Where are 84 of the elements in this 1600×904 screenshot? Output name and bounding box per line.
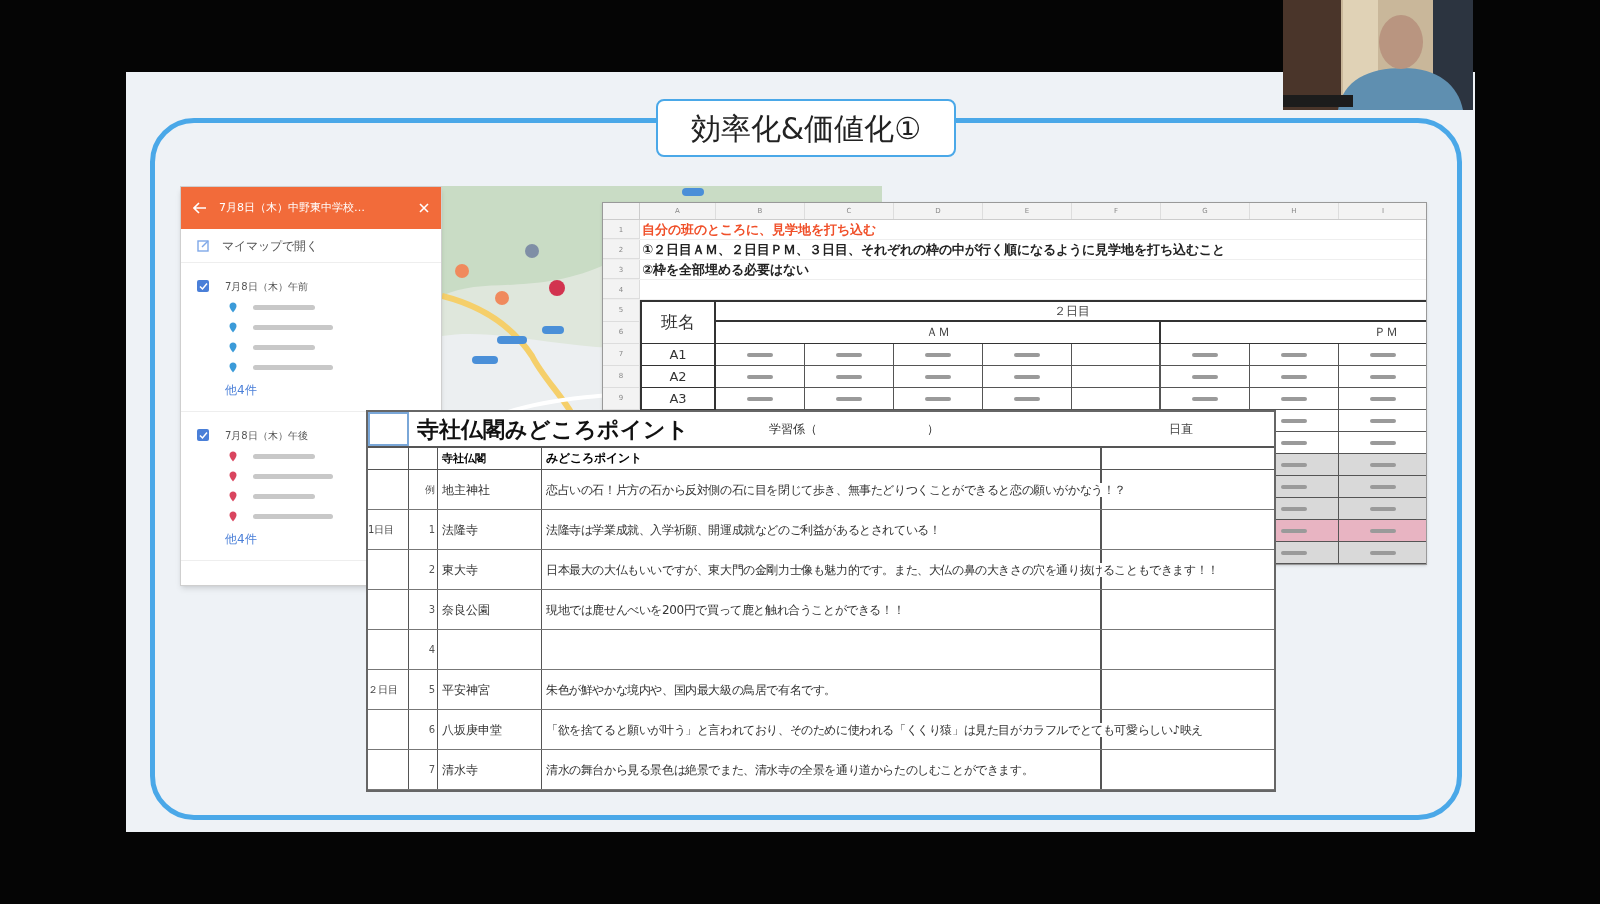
blurred-text-mark — [1370, 484, 1396, 489]
blurred-text-mark — [1370, 374, 1396, 379]
day-header: ２日目 — [716, 300, 1426, 322]
note-text: ①２日目ＡＭ、２日目ＰＭ、３日目、それぞれの枠の中が行く順になるように見学地を打ち込むこと — [641, 241, 1225, 259]
blurred-text-mark — [836, 396, 862, 401]
blurred-text-mark — [1370, 550, 1396, 555]
row-number: 4 — [428, 644, 435, 655]
row-number: 5 — [428, 684, 435, 695]
slide-title: 効率化&価値化① — [656, 99, 956, 157]
layer-checkbox[interactable] — [197, 429, 209, 441]
day-label: ２日目 — [368, 684, 398, 695]
place-name: 地主神社 — [442, 483, 490, 497]
blurred-text-mark — [1014, 396, 1040, 401]
blurred-text-mark — [747, 352, 773, 357]
place-name: 奈良公園 — [442, 603, 490, 617]
instruction-text: 自分の班のところに、見学地を打ち込む — [641, 221, 876, 239]
place-name: 清水寺 — [442, 763, 478, 777]
layer-label: 7月8日（木）午前 — [225, 279, 308, 294]
blurred-text-mark — [1192, 396, 1218, 401]
blurred-text-mark — [1014, 352, 1040, 357]
blurred-text-mark — [1281, 528, 1307, 533]
place-name: 八坂庚申堂 — [442, 723, 502, 737]
recorder-label: 学習係（ — [769, 421, 817, 438]
blurred-text-mark — [747, 396, 773, 401]
blurred-text-mark — [1281, 506, 1307, 511]
place-name: 平安神宮 — [442, 683, 490, 697]
blurred-text-mark — [253, 304, 315, 310]
back-arrow-icon[interactable] — [193, 202, 207, 214]
blurred-text-mark — [1281, 462, 1307, 467]
team-name: A2 — [640, 366, 716, 388]
row-number: 例 — [425, 484, 435, 495]
team-name: A1 — [640, 344, 716, 366]
open-in-my-maps-link[interactable]: マイマップで開く — [222, 236, 318, 255]
map-title: 7月8日（木）中野東中学校… — [219, 199, 366, 216]
blurred-text-mark — [1370, 462, 1396, 467]
row-number: 2 — [428, 564, 435, 575]
blurred-text-mark — [1192, 374, 1218, 379]
blurred-text-mark — [1370, 396, 1396, 401]
blurred-text-mark — [925, 396, 951, 401]
place-name: 法隆寺 — [442, 523, 478, 537]
blurred-text-mark — [1370, 528, 1396, 533]
blurred-text-mark — [1370, 440, 1396, 445]
blurred-text-mark — [836, 352, 862, 357]
day-label: 1日目 — [368, 524, 395, 535]
recorder-close-paren: ） — [927, 421, 939, 438]
selected-cell[interactable] — [368, 412, 409, 446]
blurred-text-mark — [1281, 418, 1307, 423]
team-header: 班名 — [640, 300, 716, 344]
blurred-text-mark — [1370, 506, 1396, 511]
blurred-text-mark — [1281, 550, 1307, 555]
blurred-text-mark — [1281, 440, 1307, 445]
close-icon[interactable] — [419, 203, 429, 213]
blurred-text-mark — [253, 344, 315, 350]
blurred-text-mark — [1281, 484, 1307, 489]
edit-icon[interactable] — [197, 239, 210, 252]
blurred-text-mark — [1281, 352, 1307, 357]
row-number: 1 — [428, 524, 435, 535]
blurred-text-mark — [253, 453, 315, 459]
blurred-text-mark — [925, 374, 951, 379]
note-text: ②枠を全部埋める必要はない — [641, 261, 809, 279]
layer-label: 7月8日（木）午後 — [225, 428, 308, 443]
row-number: 3 — [428, 604, 435, 615]
blurred-text-mark — [836, 374, 862, 379]
sheet-title: 寺社仏閣みどころポイント — [417, 415, 689, 444]
blurred-text-mark — [1014, 374, 1040, 379]
place-name: 東大寺 — [442, 563, 478, 577]
more-link[interactable]: 他4件 — [225, 530, 257, 548]
layer-checkbox[interactable] — [197, 280, 209, 292]
column-header: みどころポイント — [542, 448, 1102, 469]
blurred-text-mark — [253, 493, 315, 499]
blurred-text-mark — [1370, 418, 1396, 423]
blurred-text-mark — [747, 374, 773, 379]
row-number: 7 — [428, 764, 435, 775]
am-header: ＡＭ — [716, 322, 1161, 343]
pm-header: ＰＭ — [1373, 324, 1399, 341]
duty-label: 日直 — [1169, 421, 1193, 438]
blurred-text-mark — [1281, 396, 1307, 401]
more-link[interactable]: 他4件 — [225, 381, 257, 399]
blurred-text-mark — [925, 352, 951, 357]
blurred-text-mark — [1370, 352, 1396, 357]
blurred-text-mark — [1281, 374, 1307, 379]
column-header: 寺社仏閣 — [438, 448, 542, 469]
blurred-text-mark — [1192, 352, 1218, 357]
row-number: 6 — [428, 724, 435, 735]
